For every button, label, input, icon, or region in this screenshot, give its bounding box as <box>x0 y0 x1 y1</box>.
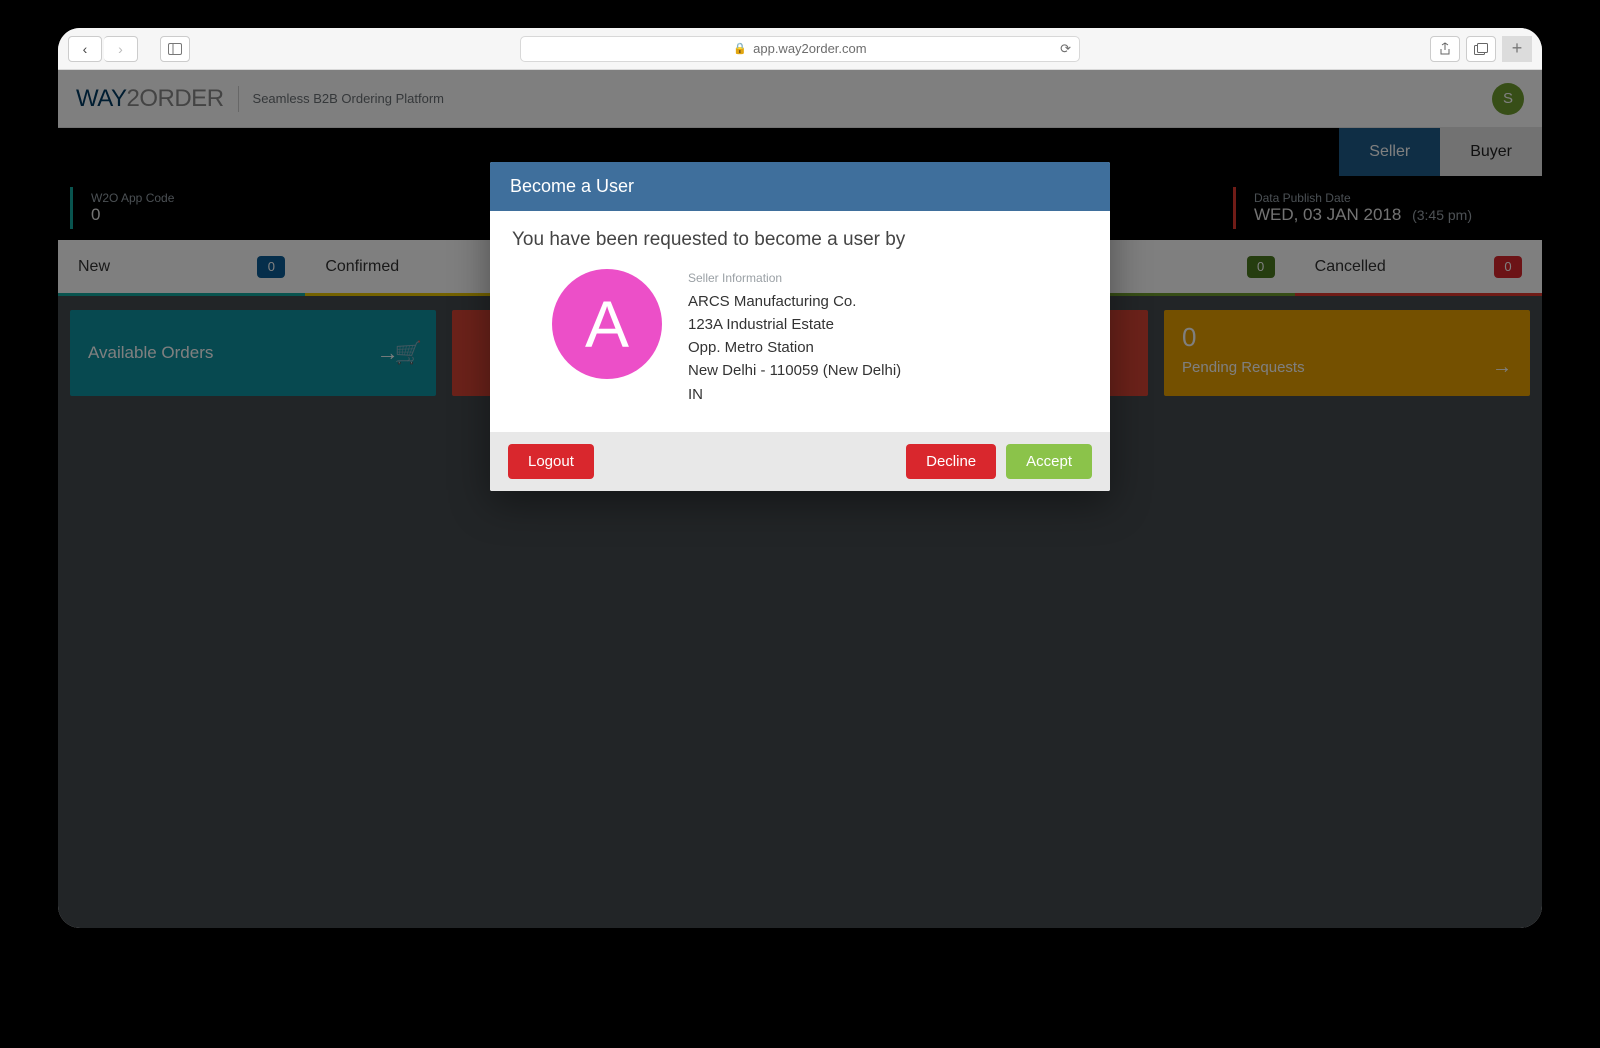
modal-message: You have been requested to become a user… <box>512 229 1088 251</box>
tabs-button[interactable] <box>1466 36 1496 62</box>
tabs-icon <box>1474 43 1488 55</box>
address-bar[interactable]: 🔒 app.way2order.com ⟳ <box>520 36 1080 62</box>
seller-address-line3: New Delhi - 110059 (New Delhi) <box>688 359 901 382</box>
browser-toolbar: ‹ › 🔒 app.way2order.com ⟳ + <box>58 28 1542 70</box>
become-user-modal: Become a User You have been requested to… <box>490 162 1110 491</box>
browser-window: ‹ › 🔒 app.way2order.com ⟳ + <box>58 28 1542 928</box>
seller-row: A Seller Information ARCS Manufacturing … <box>512 269 1088 406</box>
sidebar-toggle-button[interactable] <box>160 36 190 62</box>
modal-footer: Logout Decline Accept <box>490 432 1110 491</box>
seller-info-header: Seller Information <box>688 269 901 288</box>
accept-button[interactable]: Accept <box>1006 444 1092 479</box>
seller-address-line2: Opp. Metro Station <box>688 336 901 359</box>
decline-button[interactable]: Decline <box>906 444 996 479</box>
reload-icon[interactable]: ⟳ <box>1060 41 1071 57</box>
share-icon <box>1438 42 1452 56</box>
address-text: app.way2order.com <box>753 41 866 56</box>
back-button[interactable]: ‹ <box>68 36 102 62</box>
seller-address-line1: 123A Industrial Estate <box>688 313 901 336</box>
seller-name: ARCS Manufacturing Co. <box>688 290 901 313</box>
logout-button[interactable]: Logout <box>508 444 594 479</box>
share-button[interactable] <box>1430 36 1460 62</box>
seller-country: IN <box>688 383 901 406</box>
seller-avatar: A <box>552 269 662 379</box>
modal-body: You have been requested to become a user… <box>490 211 1110 432</box>
browser-right-tools: + <box>1424 36 1532 62</box>
screenshot-stage: ‹ › 🔒 app.way2order.com ⟳ + <box>0 0 1600 1048</box>
modal-title: Become a User <box>490 162 1110 211</box>
forward-button[interactable]: › <box>104 36 138 62</box>
seller-info: Seller Information ARCS Manufacturing Co… <box>688 269 901 406</box>
sidebar-icon <box>168 43 182 55</box>
lock-icon: 🔒 <box>733 42 747 55</box>
new-tab-button[interactable]: + <box>1502 36 1532 62</box>
app-viewport: WAY2ORDER Seamless B2B Ordering Platform… <box>58 70 1542 928</box>
